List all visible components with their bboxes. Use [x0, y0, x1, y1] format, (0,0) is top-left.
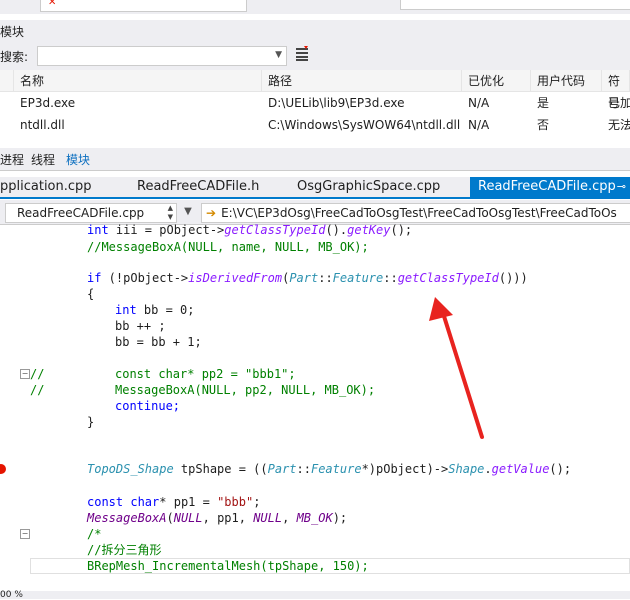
table-header-spacer: [0, 70, 14, 92]
tab-application-cpp[interactable]: pplication.cpp: [0, 177, 92, 197]
code-line: continue;: [115, 399, 181, 413]
module-name: EP3d.exe: [20, 96, 76, 110]
code-line: int iii = pObject->getClassTypeId().getK…: [87, 223, 413, 237]
modules-panel-title: 模块: [0, 25, 25, 39]
tab-readfreecadfile-cpp[interactable]: ReadFreeCADFile.cpp ⊸: [470, 177, 630, 197]
debug-panel-tabs: 进程 线程 模块: [0, 148, 630, 171]
status-bar: 00 %: [0, 591, 630, 600]
chevron-down-icon[interactable]: ▼: [180, 203, 196, 221]
column-header-user-code[interactable]: 用户代码: [531, 70, 602, 92]
document-tabs: pplication.cpp ReadFreeCADFile.h OsgGrap…: [0, 177, 630, 199]
top-dropdown[interactable]: [400, 0, 630, 10]
tab-readfreecadfile-h[interactable]: ReadFreeCADFile.h: [137, 177, 259, 197]
spin-arrows-icon[interactable]: ▲ ▼: [168, 204, 173, 222]
code-line: //拆分三角形: [87, 543, 162, 557]
scope-path-text: E:\VC\EP3dOsg\FreeCadToOsgTest\FreeCadTo…: [221, 206, 617, 220]
module-name: ntdll.dll: [20, 118, 65, 132]
code-line: //: [30, 383, 45, 397]
tab-osggraphicspace-cpp[interactable]: OsgGraphicSpace.cpp: [297, 177, 440, 197]
filter-list-icon[interactable]: [295, 46, 309, 62]
red-arrow-annotation: [429, 297, 484, 439]
code-line: //: [30, 367, 45, 381]
code-line: BRepMesh_IncrementalMesh(tpShape, 150);: [87, 559, 369, 573]
tab-threads[interactable]: 线程: [31, 151, 55, 168]
search-label: 搜索:: [0, 50, 29, 64]
code-editor[interactable]: int iii = pObject->getClassTypeId().getK…: [0, 223, 630, 591]
code-line: const char* pp1 = "bbb";: [87, 495, 261, 509]
code-line: bb = bb + 1;: [115, 335, 202, 349]
collapse-icon[interactable]: −: [20, 369, 30, 379]
code-line: }: [87, 415, 95, 429]
top-input[interactable]: [40, 0, 247, 12]
pin-icon[interactable]: ⊸: [617, 177, 626, 197]
module-path: D:\UELib\lib9\EP3d.exe: [268, 96, 405, 110]
code-line: int bb = 0;: [115, 303, 195, 317]
chevron-down-icon[interactable]: ▼: [275, 50, 282, 60]
code-line: MessageBoxA(NULL, pp2, NULL, MB_OK);: [115, 383, 376, 397]
file-selector-value: ReadFreeCADFile.cpp: [17, 206, 145, 220]
module-user-code: 是: [537, 96, 550, 110]
code-line: if (!pObject->isDerivedFrom(Part::Featur…: [87, 271, 528, 285]
code-line: bb ++ ;: [115, 319, 166, 333]
collapse-icon[interactable]: −: [20, 529, 30, 539]
clear-icon[interactable]: ✕: [48, 0, 56, 8]
tab-label: ReadFreeCADFile.cpp: [478, 179, 616, 194]
column-header-symbols[interactable]: 符号: [602, 70, 630, 110]
code-line: /*: [87, 527, 102, 541]
scope-path[interactable]: ➔ E:\VC\EP3dOsg\FreeCadToOsgTest\FreeCadT…: [201, 203, 630, 223]
modules-table: 名称 路径 已优化 用户代码 符号 EP3d.exe D:\UELib\lib9…: [0, 70, 630, 136]
code-line: MessageBoxA(NULL, pp1, NULL, MB_OK);: [87, 511, 348, 525]
module-path: C:\Windows\SysWOW64\ntdll.dll: [268, 118, 461, 132]
search-input[interactable]: ▼: [37, 46, 287, 66]
tab-processes[interactable]: 进程: [0, 151, 24, 168]
modules-search-bar: 搜索: ▼: [0, 42, 630, 70]
column-header-path[interactable]: 路径: [262, 70, 462, 92]
code-line: {: [87, 287, 95, 301]
column-header-optimized[interactable]: 已优化: [462, 70, 531, 92]
code-line: const char* pp2 = "bbb1";: [115, 367, 296, 381]
module-symbols: 已加: [608, 96, 630, 110]
top-strip: ✕: [0, 0, 630, 14]
module-optimized: N/A: [468, 96, 490, 110]
arrow-right-icon: ➔: [206, 206, 217, 220]
tab-modules[interactable]: 模块: [66, 151, 90, 168]
module-user-code: 否: [537, 118, 550, 132]
column-header-name[interactable]: 名称: [14, 70, 262, 92]
modules-panel-header: 模块: [0, 20, 630, 42]
code-line: TopoDS_Shape tpShape = ((Part::Feature*)…: [87, 462, 572, 476]
module-symbols: 无法: [608, 118, 630, 132]
code-line: //MessageBoxA(NULL, name, NULL, MB_OK);: [87, 240, 369, 254]
module-optimized: N/A: [468, 118, 490, 132]
file-selector[interactable]: ReadFreeCADFile.cpp ▲ ▼: [5, 203, 177, 223]
